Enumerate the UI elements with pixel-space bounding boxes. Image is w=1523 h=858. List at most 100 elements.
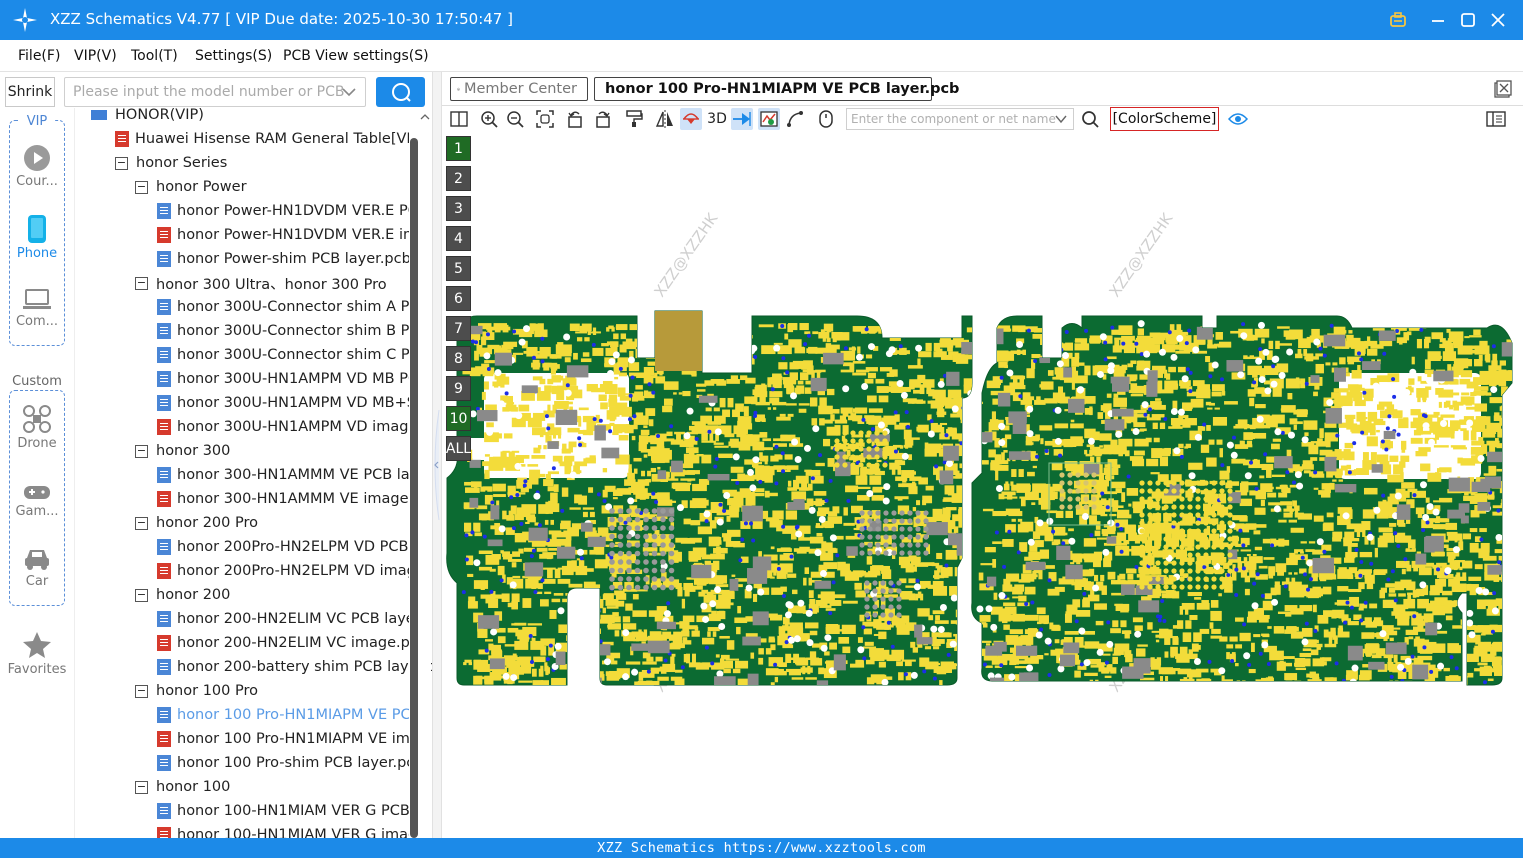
tab-member-center[interactable]: Member Center xyxy=(450,77,588,101)
tree-file[interactable]: honor Power-HN1DVDM VER.E PC xyxy=(157,199,418,223)
tab-active-pcb[interactable]: honor 100 Pro-HN1MIAPM VE PCB layer.pcb xyxy=(594,77,959,101)
tree-file[interactable]: honor Power-shim PCB layer.pcb xyxy=(157,247,411,271)
tree-file[interactable]: honor 200-HN2ELIM VC PCB layer. xyxy=(157,607,424,631)
close-tabs-icon[interactable] xyxy=(1494,80,1512,98)
color-scheme-button[interactable]: [ColorScheme] xyxy=(1110,107,1219,131)
tree-file[interactable]: honor 300U-Connector shim C PCE xyxy=(157,343,429,367)
collapse-icon[interactable]: − xyxy=(135,780,148,794)
menu-tool[interactable]: Tool(T) xyxy=(131,48,178,64)
tree-file[interactable]: honor 300-HN1AMMM VE PCB lay xyxy=(157,463,418,487)
tree-file[interactable]: honor 200Pro-HN2ELPM VD image xyxy=(157,559,425,583)
tree-file[interactable]: honor 300U-Connector shim B PCE xyxy=(157,319,429,343)
shrink-button[interactable]: Shrink xyxy=(5,77,55,107)
zoom-out-icon[interactable] xyxy=(504,108,526,130)
curve-tool-icon[interactable] xyxy=(784,108,806,130)
scroll-up-icon[interactable] xyxy=(420,112,430,122)
category-computer[interactable]: Com... xyxy=(0,286,74,329)
tree-file[interactable]: Huawei Hisense RAM General Table[VIP] xyxy=(115,127,425,151)
layer-button-6[interactable]: 6 xyxy=(446,286,471,311)
tree-file[interactable]: honor 300U-HN1AMPM VD MB+S xyxy=(157,391,416,415)
search-icon[interactable] xyxy=(1079,108,1101,130)
tree-file[interactable]: honor 100-HN1MIAM VER G imag xyxy=(157,823,417,838)
layer-button-8[interactable]: 8 xyxy=(446,346,471,371)
maximize-icon[interactable] xyxy=(1456,8,1480,32)
panel-toggle-icon[interactable] xyxy=(1485,108,1507,130)
layer-button-9[interactable]: 9 xyxy=(446,376,471,401)
tree-file[interactable]: honor 200Pro-HN2ELPM VD PCB l xyxy=(157,535,417,559)
menu-settings[interactable]: Settings(S) xyxy=(195,48,272,64)
pcb-board-left[interactable] xyxy=(446,310,997,691)
tree-file[interactable]: honor 200-HN2ELIM VC image.pdf xyxy=(157,631,424,655)
tree-file[interactable]: honor 100 Pro-HN1MIAPM VE ima xyxy=(157,727,419,751)
mirror-icon[interactable] xyxy=(654,108,676,130)
collapse-icon[interactable]: − xyxy=(135,180,148,194)
tree-group[interactable]: − honor 100 Pro xyxy=(135,679,258,703)
rotate-left-icon[interactable] xyxy=(564,108,586,130)
pcb-board-drawing[interactable]: XZZ@XZZHKXZZ@XZZHKXZZ@XZZHKXZZ@XZZHK xyxy=(442,133,1523,838)
net-arrow-icon[interactable] xyxy=(731,108,753,130)
menu-vip[interactable]: VIP(V) xyxy=(74,48,117,64)
tree-file[interactable]: honor 300-HN1AMMM VE image.p xyxy=(157,487,422,511)
layer-button-7[interactable]: 7 xyxy=(446,316,471,341)
eye-icon[interactable] xyxy=(1227,108,1249,130)
tree-file[interactable]: honor 300U-Connector shim A PCE xyxy=(157,295,429,319)
tree-file[interactable]: honor 100-HN1MIAM VER G PCB l xyxy=(157,799,418,823)
tree-file[interactable]: honor 300U-HN1AMPM VD image xyxy=(157,415,417,439)
menu-pcb-view-settings[interactable]: PCB View settings(S) xyxy=(283,48,429,64)
tree-group[interactable]: − honor 100 xyxy=(135,775,230,799)
category-drone[interactable]: Drone xyxy=(0,404,74,451)
mouse-icon[interactable] xyxy=(815,108,837,130)
diode-icon[interactable] xyxy=(680,108,702,130)
chevron-down-icon[interactable] xyxy=(1054,112,1068,126)
layer-button-all[interactable]: ALL xyxy=(446,436,471,461)
vip-badge-icon[interactable] xyxy=(1386,8,1410,32)
tree-file[interactable]: honor 200-battery shim PCB layer.p xyxy=(157,655,434,679)
tree-file[interactable]: honor 100 Pro-HN1MIAPM VE PCE xyxy=(157,703,420,727)
tree-item-label: honor Power-HN1DVDM VER.E PC xyxy=(177,203,418,219)
close-icon[interactable] xyxy=(1486,8,1510,32)
layer-button-2[interactable]: 2 xyxy=(446,166,471,191)
layer-button-5[interactable]: 5 xyxy=(446,256,471,281)
tree-group[interactable]: − honor 300 xyxy=(135,439,230,463)
pcb-board-right[interactable] xyxy=(971,315,1523,693)
tree-file[interactable]: honor Power-HN1DVDM VER.E im xyxy=(157,223,417,247)
collapse-icon[interactable]: − xyxy=(135,684,148,698)
pcb-view-canvas[interactable]: XZZ@XZZHKXZZ@XZZHKXZZ@XZZHKXZZ@XZZHK xyxy=(442,133,1523,838)
menu-file[interactable]: File(F) xyxy=(18,48,60,64)
model-search-input[interactable]: Please input the model number or PCB xyxy=(64,77,366,107)
chevron-down-icon[interactable] xyxy=(340,82,358,102)
split-view-icon[interactable] xyxy=(448,108,470,130)
category-phone[interactable]: Phone xyxy=(0,214,74,261)
tree-group[interactable]: − honor Series xyxy=(115,151,227,175)
tree-scrollbar-thumb[interactable] xyxy=(410,138,418,838)
tree-group[interactable]: − honor 300 Ultra、honor 300 Pro xyxy=(135,271,387,295)
rotate-right-icon[interactable] xyxy=(592,108,614,130)
tree-group[interactable]: − honor 200 Pro xyxy=(135,511,258,535)
tree-group[interactable]: − honor 200 xyxy=(135,583,230,607)
zoom-in-icon[interactable] xyxy=(478,108,500,130)
tree-root[interactable]: HONOR(VIP) xyxy=(91,108,204,127)
favorites-button[interactable]: Favorites xyxy=(0,630,74,677)
tree-file[interactable]: honor 100 Pro-shim PCB layer.pcb xyxy=(157,751,423,775)
layer-button-1[interactable]: 1 xyxy=(446,136,471,161)
category-games[interactable]: Gam... xyxy=(0,482,74,519)
collapse-icon[interactable]: − xyxy=(135,276,148,290)
collapse-icon[interactable]: − xyxy=(135,588,148,602)
layer-button-3[interactable]: 3 xyxy=(446,196,471,221)
paint-roller-icon[interactable] xyxy=(623,108,645,130)
collapse-icon[interactable]: − xyxy=(115,156,128,170)
layer-button-10[interactable]: 10 xyxy=(446,406,471,431)
fit-screen-icon[interactable] xyxy=(534,108,556,130)
collapse-icon[interactable]: − xyxy=(135,444,148,458)
layer-button-4[interactable]: 4 xyxy=(446,226,471,251)
search-button[interactable] xyxy=(376,77,425,107)
3d-view-button[interactable]: 3D xyxy=(705,108,729,130)
tree-group[interactable]: − honor Power xyxy=(135,175,247,199)
highlight-net-icon[interactable] xyxy=(758,108,780,130)
component-search-input[interactable]: Enter the component or net name xyxy=(846,108,1074,130)
category-courses[interactable]: Cour... xyxy=(0,144,74,189)
collapse-icon[interactable]: − xyxy=(135,516,148,530)
minimize-icon[interactable] xyxy=(1426,8,1450,32)
category-car[interactable]: Car xyxy=(0,546,74,589)
tree-file[interactable]: honor 300U-HN1AMPM VD MB PC xyxy=(157,367,418,391)
